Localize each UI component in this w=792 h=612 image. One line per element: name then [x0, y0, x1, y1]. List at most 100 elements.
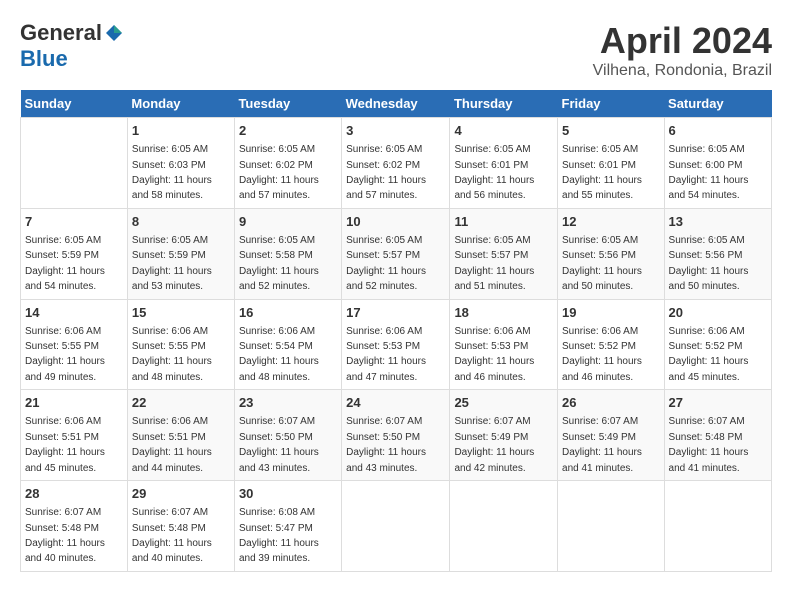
week-row-2: 7 Sunrise: 6:05 AM Sunset: 5:59 PM Daylig… [21, 208, 772, 299]
calendar-cell [664, 481, 771, 572]
calendar-cell: 20 Sunrise: 6:06 AM Sunset: 5:52 PM Dayli… [664, 299, 771, 390]
day-info: Sunrise: 6:05 AM Sunset: 6:01 PM Dayligh… [562, 144, 642, 201]
day-info: Sunrise: 6:05 AM Sunset: 6:00 PM Dayligh… [669, 144, 749, 201]
day-info: Sunrise: 6:06 AM Sunset: 5:52 PM Dayligh… [562, 326, 642, 383]
calendar-cell: 8 Sunrise: 6:05 AM Sunset: 5:59 PM Daylig… [127, 208, 234, 299]
calendar-cell: 29Sunrise: 6:07 AM Sunset: 5:48 PM Dayli… [127, 481, 234, 572]
day-number: 23 [239, 394, 337, 412]
day-info: Sunrise: 6:05 AM Sunset: 6:01 PM Dayligh… [454, 144, 534, 201]
calendar-cell [342, 481, 450, 572]
day-info: Sunrise: 6:07 AM Sunset: 5:49 PM Dayligh… [454, 416, 534, 473]
day-number: 18 [454, 304, 553, 322]
logo-general-text: General [20, 20, 102, 46]
day-info: Sunrise: 6:06 AM Sunset: 5:55 PM Dayligh… [132, 326, 212, 383]
calendar-cell: 23Sunrise: 6:07 AM Sunset: 5:50 PM Dayli… [234, 390, 341, 481]
day-info: Sunrise: 6:06 AM Sunset: 5:52 PM Dayligh… [669, 326, 749, 383]
day-info: Sunrise: 6:07 AM Sunset: 5:48 PM Dayligh… [669, 416, 749, 473]
day-number: 27 [669, 394, 767, 412]
day-number: 4 [454, 122, 553, 140]
day-number: 24 [346, 394, 445, 412]
day-number: 22 [132, 394, 230, 412]
day-number: 6 [669, 122, 767, 140]
page-header: General Blue April 2024 Vilhena, Rondoni… [20, 20, 772, 80]
day-info: Sunrise: 6:06 AM Sunset: 5:54 PM Dayligh… [239, 326, 319, 383]
day-number: 13 [669, 213, 767, 231]
day-info: Sunrise: 6:05 AM Sunset: 6:03 PM Dayligh… [132, 144, 212, 201]
day-info: Sunrise: 6:05 AM Sunset: 6:02 PM Dayligh… [346, 144, 426, 201]
calendar-cell: 5 Sunrise: 6:05 AM Sunset: 6:01 PM Daylig… [558, 118, 665, 209]
calendar-cell: 2 Sunrise: 6:05 AM Sunset: 6:02 PM Daylig… [234, 118, 341, 209]
calendar-cell: 11 Sunrise: 6:05 AM Sunset: 5:57 PM Dayli… [450, 208, 558, 299]
calendar-cell: 9 Sunrise: 6:05 AM Sunset: 5:58 PM Daylig… [234, 208, 341, 299]
day-info: Sunrise: 6:08 AM Sunset: 5:47 PM Dayligh… [239, 507, 319, 564]
calendar-cell: 19 Sunrise: 6:06 AM Sunset: 5:52 PM Dayli… [558, 299, 665, 390]
calendar-cell: 27 Sunrise: 6:07 AM Sunset: 5:48 PM Dayli… [664, 390, 771, 481]
day-info: Sunrise: 6:07 AM Sunset: 5:48 PM Dayligh… [132, 507, 212, 564]
day-number: 11 [454, 213, 553, 231]
day-number: 28 [25, 485, 123, 503]
day-number: 21 [25, 394, 123, 412]
day-info: Sunrise: 6:07 AM Sunset: 5:50 PM Dayligh… [346, 416, 426, 473]
calendar-cell: 30 Sunrise: 6:08 AM Sunset: 5:47 PM Dayli… [234, 481, 341, 572]
day-number: 3 [346, 122, 445, 140]
day-info: Sunrise: 6:06 AM Sunset: 5:51 PM Dayligh… [25, 416, 105, 473]
logo-icon [104, 23, 124, 43]
calendar-cell: 13Sunrise: 6:05 AM Sunset: 5:56 PM Dayli… [664, 208, 771, 299]
day-info: Sunrise: 6:06 AM Sunset: 5:53 PM Dayligh… [454, 326, 534, 383]
calendar-cell: 3 Sunrise: 6:05 AM Sunset: 6:02 PM Daylig… [342, 118, 450, 209]
day-info: Sunrise: 6:05 AM Sunset: 5:59 PM Dayligh… [132, 235, 212, 292]
day-number: 25 [454, 394, 553, 412]
location-subtitle: Vilhena, Rondonia, Brazil [593, 62, 772, 80]
weekday-header-monday: Monday [127, 90, 234, 118]
calendar-cell: 6 Sunrise: 6:05 AM Sunset: 6:00 PM Daylig… [664, 118, 771, 209]
weekday-header-friday: Friday [558, 90, 665, 118]
day-number: 2 [239, 122, 337, 140]
calendar-cell: 17Sunrise: 6:06 AM Sunset: 5:53 PM Dayli… [342, 299, 450, 390]
day-number: 20 [669, 304, 767, 322]
day-info: Sunrise: 6:05 AM Sunset: 6:02 PM Dayligh… [239, 144, 319, 201]
day-number: 15 [132, 304, 230, 322]
weekday-header-row: SundayMondayTuesdayWednesdayThursdayFrid… [21, 90, 772, 118]
calendar-cell: 15 Sunrise: 6:06 AM Sunset: 5:55 PM Dayli… [127, 299, 234, 390]
week-row-4: 21 Sunrise: 6:06 AM Sunset: 5:51 PM Dayli… [21, 390, 772, 481]
day-number: 9 [239, 213, 337, 231]
day-number: 16 [239, 304, 337, 322]
day-number: 5 [562, 122, 660, 140]
day-info: Sunrise: 6:05 AM Sunset: 5:56 PM Dayligh… [562, 235, 642, 292]
day-number: 17 [346, 304, 445, 322]
calendar-cell: 22 Sunrise: 6:06 AM Sunset: 5:51 PM Dayli… [127, 390, 234, 481]
weekday-header-saturday: Saturday [664, 90, 771, 118]
calendar-cell: 28 Sunrise: 6:07 AM Sunset: 5:48 PM Dayli… [21, 481, 128, 572]
calendar-cell [558, 481, 665, 572]
calendar-cell: 26Sunrise: 6:07 AM Sunset: 5:49 PM Dayli… [558, 390, 665, 481]
logo: General Blue [20, 20, 124, 72]
day-info: Sunrise: 6:05 AM Sunset: 5:57 PM Dayligh… [454, 235, 534, 292]
day-number: 7 [25, 213, 123, 231]
calendar-cell: 4 Sunrise: 6:05 AM Sunset: 6:01 PM Daylig… [450, 118, 558, 209]
day-info: Sunrise: 6:05 AM Sunset: 5:58 PM Dayligh… [239, 235, 319, 292]
calendar-cell: 14Sunrise: 6:06 AM Sunset: 5:55 PM Dayli… [21, 299, 128, 390]
calendar-cell: 25 Sunrise: 6:07 AM Sunset: 5:49 PM Dayli… [450, 390, 558, 481]
calendar-cell: 21 Sunrise: 6:06 AM Sunset: 5:51 PM Dayli… [21, 390, 128, 481]
day-info: Sunrise: 6:07 AM Sunset: 5:48 PM Dayligh… [25, 507, 105, 564]
day-info: Sunrise: 6:06 AM Sunset: 5:51 PM Dayligh… [132, 416, 212, 473]
calendar-table: SundayMondayTuesdayWednesdayThursdayFrid… [20, 90, 772, 572]
calendar-cell: 16 Sunrise: 6:06 AM Sunset: 5:54 PM Dayli… [234, 299, 341, 390]
day-number: 19 [562, 304, 660, 322]
month-title: April 2024 [593, 20, 772, 62]
day-number: 30 [239, 485, 337, 503]
week-row-5: 28 Sunrise: 6:07 AM Sunset: 5:48 PM Dayli… [21, 481, 772, 572]
day-info: Sunrise: 6:05 AM Sunset: 5:57 PM Dayligh… [346, 235, 426, 292]
day-number: 12 [562, 213, 660, 231]
weekday-header-thursday: Thursday [450, 90, 558, 118]
calendar-cell [450, 481, 558, 572]
calendar-cell: 12 Sunrise: 6:05 AM Sunset: 5:56 PM Dayli… [558, 208, 665, 299]
day-number: 8 [132, 213, 230, 231]
calendar-cell: 24 Sunrise: 6:07 AM Sunset: 5:50 PM Dayli… [342, 390, 450, 481]
calendar-cell: 7 Sunrise: 6:05 AM Sunset: 5:59 PM Daylig… [21, 208, 128, 299]
week-row-3: 14Sunrise: 6:06 AM Sunset: 5:55 PM Dayli… [21, 299, 772, 390]
calendar-cell: 18 Sunrise: 6:06 AM Sunset: 5:53 PM Dayli… [450, 299, 558, 390]
weekday-header-tuesday: Tuesday [234, 90, 341, 118]
day-number: 26 [562, 394, 660, 412]
day-info: Sunrise: 6:05 AM Sunset: 5:59 PM Dayligh… [25, 235, 105, 292]
